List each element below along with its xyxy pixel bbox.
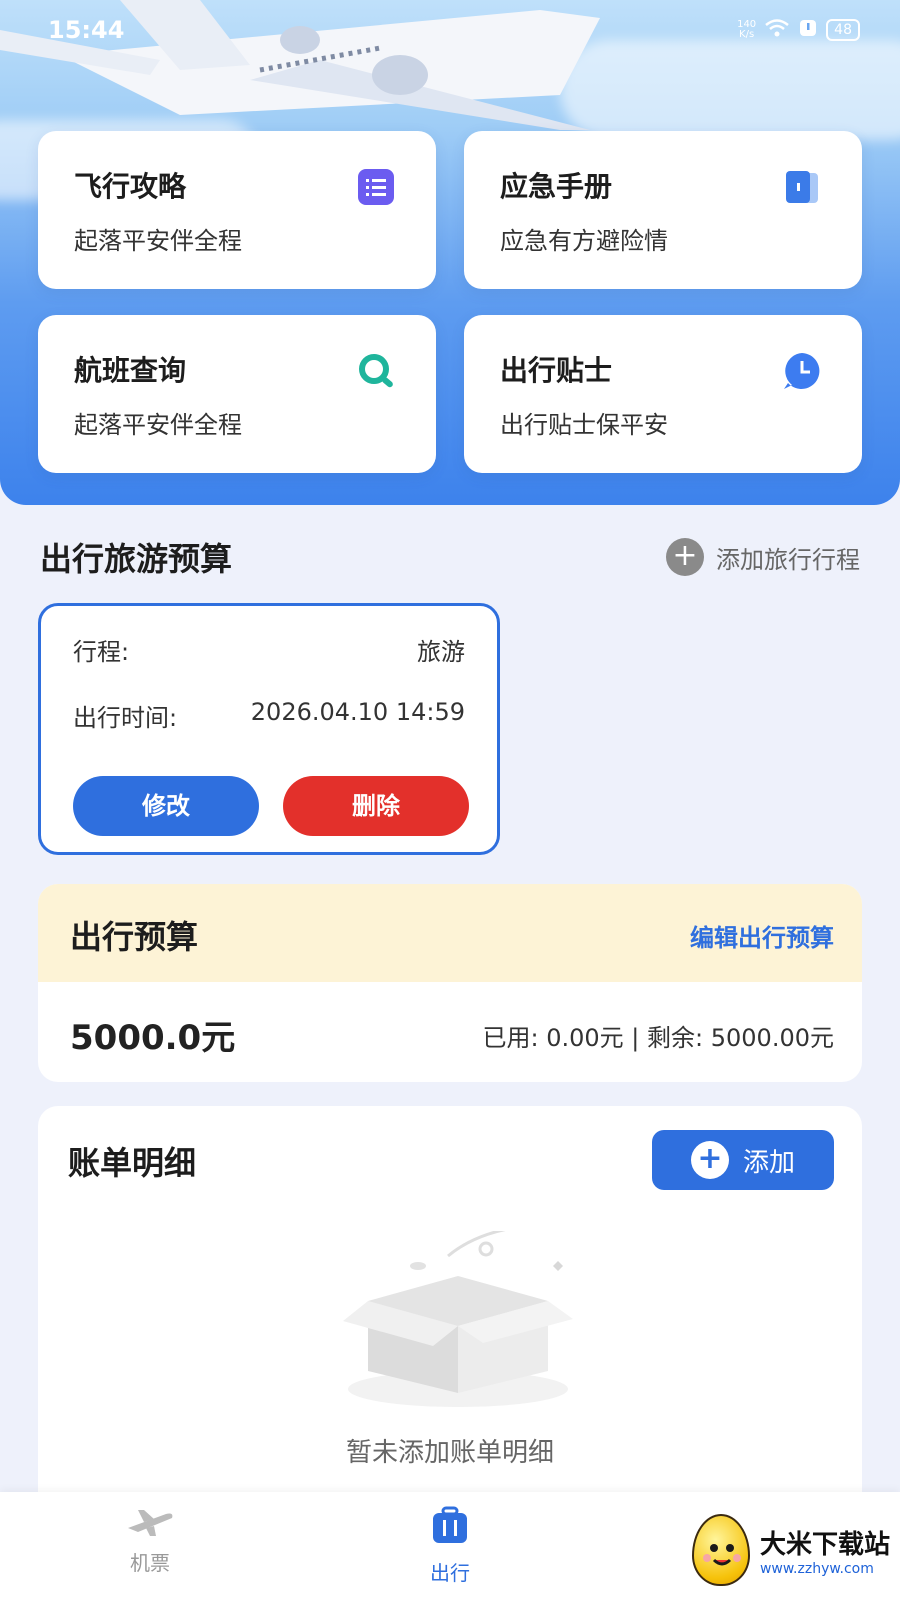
notification-icon (798, 18, 818, 42)
list-icon (358, 169, 394, 205)
watermark-name: 大米下载站 (759, 1529, 890, 1560)
tab-travel[interactable]: 出行 (390, 1506, 510, 1586)
clock-icon (784, 353, 820, 389)
budget-amount: 5000.0元 (70, 1018, 236, 1058)
card-title: 应急手册 (500, 170, 613, 203)
book-icon (786, 171, 818, 203)
trip-time-label: 出行时间: (73, 704, 178, 732)
budget-card: 出行预算 编辑出行预算 5000.0元 已用: 0.00元 | 剩余: 5000… (38, 884, 862, 1082)
watermark-url: www.zzhyw.com (759, 1560, 874, 1577)
tab-label: 出行 (430, 1561, 470, 1585)
search-icon (359, 354, 393, 388)
wifi-icon (764, 18, 790, 42)
budget-title: 出行预算 (70, 918, 199, 956)
trip-time-row: 出行时间: 2026.04.10 14:59 (73, 698, 465, 733)
trip-route-row: 行程: 旅游 (73, 632, 465, 667)
empty-box-illustration (343, 1231, 573, 1407)
add-bill-label: 添加 (742, 1147, 795, 1178)
delete-trip-button[interactable]: 删除 (283, 776, 469, 836)
card-subtitle: 出行贴士保平安 (500, 411, 668, 439)
card-emergency-manual[interactable]: 应急手册 应急有方避险情 (464, 131, 862, 289)
add-trip-label: 添加旅行行程 (716, 545, 860, 574)
watermark: 大米下载站 www.zzhyw.com (691, 1514, 890, 1586)
plus-icon: + (666, 538, 704, 576)
bill-title: 账单明细 (68, 1144, 197, 1182)
card-travel-tips[interactable]: 出行贴士 出行贴士保平安 (464, 315, 862, 473)
mascot-logo (691, 1514, 750, 1586)
card-title: 航班查询 (74, 354, 187, 387)
trip-route-label: 行程: (73, 638, 130, 666)
tab-label: 机票 (130, 1551, 170, 1575)
card-flight-guide[interactable]: 飞行攻略 起落平安伴全程 (38, 131, 436, 289)
trip-route-value: 旅游 (417, 638, 465, 666)
card-title: 出行贴士 (500, 354, 613, 387)
edit-budget-link[interactable]: 编辑出行预算 (690, 918, 834, 953)
add-trip-button[interactable]: + 添加旅行行程 (666, 538, 860, 576)
plane-icon (128, 1510, 173, 1536)
bill-card: 账单明细 + 添加 暂未添加账单明细 (38, 1106, 862, 1506)
budget-header: 出行预算 编辑出行预算 (38, 884, 862, 982)
status-time: 15:44 (48, 16, 125, 44)
suitcase-icon (433, 1506, 467, 1543)
battery-indicator: 48 (826, 19, 860, 41)
network-speed: 140 K/s (737, 19, 757, 40)
trip-time-value: 2026.04.10 14:59 (250, 698, 465, 726)
empty-state-text: 暂未添加账单明细 (345, 1438, 554, 1468)
budget-usage: 已用: 0.00元 | 剩余: 5000.00元 (482, 1024, 834, 1052)
card-subtitle: 起落平安伴全程 (74, 411, 242, 439)
trip-card[interactable]: 行程: 旅游 出行时间: 2026.04.10 14:59 修改 删除 (38, 603, 500, 855)
card-title: 飞行攻略 (74, 170, 187, 203)
card-subtitle: 起落平安伴全程 (74, 227, 242, 255)
section-title: 出行旅游预算 (40, 540, 233, 578)
edit-trip-button[interactable]: 修改 (73, 776, 259, 836)
card-subtitle: 应急有方避险情 (500, 227, 668, 255)
card-flight-search[interactable]: 航班查询 起落平安伴全程 (38, 315, 436, 473)
status-icons: 140 K/s 48 (737, 18, 860, 42)
plus-icon: + (690, 1141, 729, 1179)
add-bill-button[interactable]: + 添加 (652, 1130, 834, 1190)
status-bar: 15:44 140 K/s 48 (48, 16, 860, 46)
tab-tickets[interactable]: 机票 (90, 1506, 210, 1576)
